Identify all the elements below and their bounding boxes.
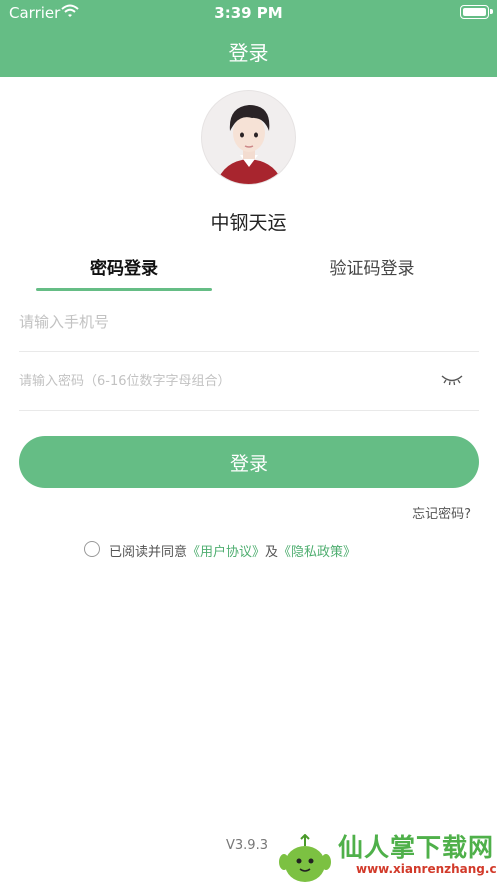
tab-password-login[interactable]: 密码登录 [36, 254, 212, 280]
status-bar: Carrier 3:39 PM [0, 0, 497, 26]
header: Carrier 3:39 PM 登录 [0, 0, 497, 77]
tab-code-login[interactable]: 验证码登录 [284, 254, 460, 280]
watermark-url: www.xianrenzhang.com [356, 862, 497, 876]
avatar-illustration [216, 105, 283, 184]
privacy-policy-link[interactable]: 《隐私政策》 [278, 545, 356, 560]
agreement-prefix: 已阅读并同意 [109, 545, 188, 560]
user-agreement-link[interactable]: 《用户协议》 [187, 545, 265, 560]
agreement-text: 已阅读并同意《用户协议》及《隐私政策》 [109, 541, 356, 560]
version-label: V3.9.3 [226, 838, 268, 853]
eye-closed-icon[interactable] [441, 373, 463, 387]
cactus-logo-icon [279, 834, 331, 882]
phone-field [19, 294, 479, 352]
password-field [19, 353, 479, 411]
agreement-conjunction: 及 [265, 545, 279, 560]
phone-input[interactable] [19, 294, 419, 350]
tab-indicator [36, 288, 212, 291]
forgot-password-link[interactable]: 忘记密码? [412, 503, 471, 522]
page-title: 登录 [228, 41, 269, 65]
watermark-title: 仙人掌下载网 [338, 833, 495, 862]
status-time: 3:39 PM [214, 4, 283, 22]
battery-icon [460, 5, 493, 19]
watermark: 仙人掌下载网 www.xianrenzhang.com [276, 826, 497, 883]
agreement-checkbox[interactable] [84, 541, 100, 557]
password-input[interactable] [19, 353, 419, 409]
app-name: 中钢天运 [210, 212, 287, 234]
avatar [201, 90, 296, 185]
login-button[interactable]: 登录 [19, 436, 479, 488]
